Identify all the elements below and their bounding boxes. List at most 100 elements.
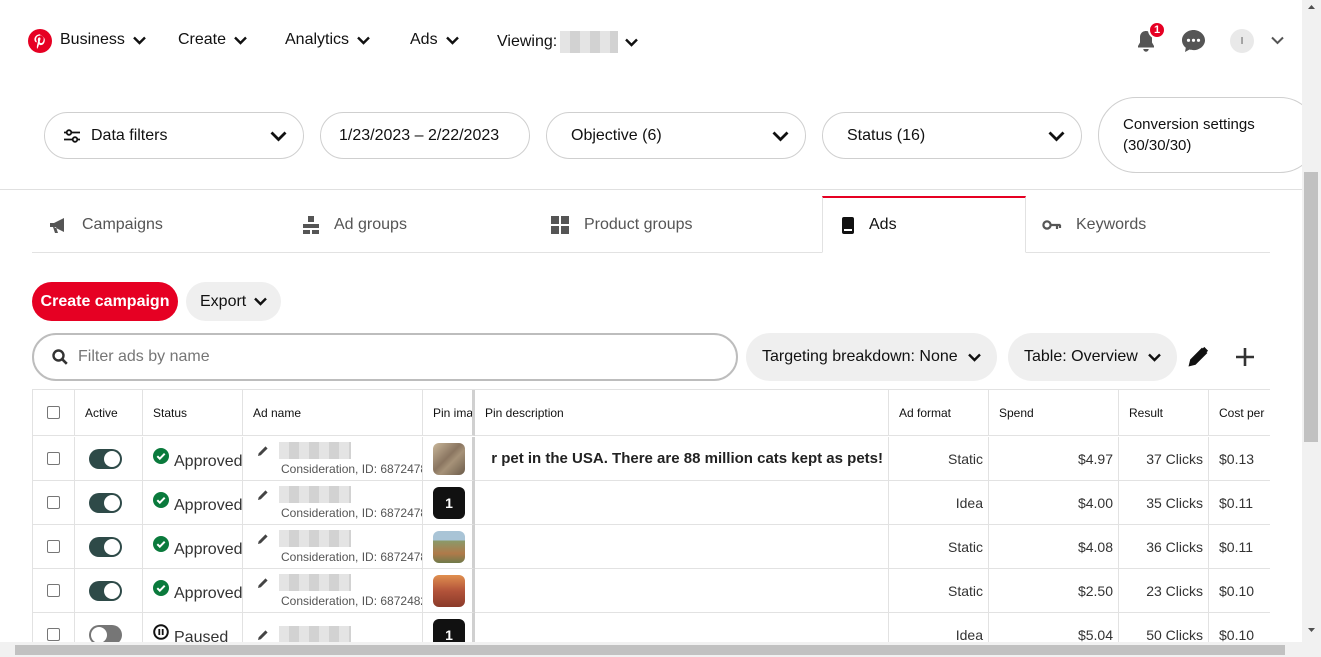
analytics-menu[interactable]: Analytics: [285, 31, 370, 49]
pin-thumbnail[interactable]: [433, 574, 465, 607]
active-toggle-cell: [75, 525, 143, 569]
horizontal-scrollbar[interactable]: [0, 642, 1302, 657]
user-avatar[interactable]: I: [1230, 29, 1254, 53]
conversion-settings-button[interactable]: Conversion settings (30/30/30): [1098, 97, 1318, 173]
export-button[interactable]: Export: [186, 282, 282, 321]
redacted-ad-name[interactable]: [279, 530, 351, 547]
approved-check-icon: [153, 580, 169, 596]
header-result[interactable]: Result: [1119, 390, 1209, 436]
data-filters-button[interactable]: Data filters: [44, 112, 304, 159]
select-all-checkbox[interactable]: [47, 406, 60, 419]
pin-thumbnail[interactable]: 1: [433, 618, 465, 642]
toggle-knob: [104, 582, 120, 599]
scroll-up-arrow-icon[interactable]: [1302, 1, 1321, 13]
active-toggle-cell: [75, 437, 143, 481]
row-checkbox[interactable]: [47, 540, 60, 553]
redacted-ad-name[interactable]: [279, 442, 351, 459]
header-status[interactable]: Status: [143, 390, 243, 436]
chevron-down-icon: [357, 36, 370, 45]
tab-keywords[interactable]: Keywords: [1042, 196, 1146, 253]
filter-ads-search[interactable]: [32, 333, 738, 381]
date-range-picker[interactable]: 1/23/2023 – 2/22/2023: [320, 112, 530, 159]
redacted-ad-name[interactable]: [279, 574, 351, 591]
megaphone-icon: [50, 217, 64, 233]
active-toggle[interactable]: [89, 624, 122, 642]
chevron-down-icon: [445, 36, 459, 45]
pinterest-logo-icon[interactable]: [28, 29, 52, 53]
spend-cell: $2.50: [989, 569, 1119, 613]
row-checkbox[interactable]: [47, 628, 60, 641]
top-navigation: Business Create Analytics Ads Viewing: 1…: [0, 0, 1302, 84]
active-toggle[interactable]: [89, 580, 122, 601]
horizontal-scroll-thumb[interactable]: [15, 645, 1285, 655]
header-cost-per[interactable]: Cost per: [1209, 390, 1270, 436]
row-checkbox[interactable]: [47, 496, 60, 509]
pin-thumbnail[interactable]: [433, 442, 465, 475]
search-input[interactable]: [78, 348, 678, 366]
objective-filter[interactable]: Objective (6): [546, 112, 806, 159]
pin-thumbnail[interactable]: [433, 530, 465, 563]
header-pin-image[interactable]: Pin ima: [423, 390, 475, 436]
tab-campaigns-label: Campaigns: [82, 215, 163, 233]
tab-ad-groups[interactable]: Ad groups: [302, 196, 407, 253]
redacted-ad-name[interactable]: [279, 486, 351, 503]
account-chevron-down-icon[interactable]: [1271, 36, 1284, 45]
edit-name-icon[interactable]: [257, 445, 269, 457]
create-menu[interactable]: Create: [178, 31, 247, 49]
targeting-breakdown-dropdown[interactable]: Targeting breakdown: None: [746, 333, 997, 381]
tab-ads[interactable]: Ads: [822, 196, 1026, 253]
edit-pencil-icon[interactable]: [1187, 346, 1209, 368]
vertical-scrollbar[interactable]: [1302, 0, 1321, 657]
chevron-down-icon: [772, 131, 789, 142]
chevron-down-icon: [1147, 353, 1161, 362]
tab-product-groups[interactable]: Product groups: [550, 196, 693, 253]
active-toggle-cell: [75, 481, 143, 525]
pin-description-cell: [475, 525, 889, 569]
pin-description-cell: [475, 569, 889, 613]
pin-description-cell: [475, 613, 889, 642]
ad-subtitle: Consideration, ID: 6872478: [281, 505, 423, 520]
ads-menu[interactable]: Ads: [410, 31, 459, 49]
table-view-dropdown[interactable]: Table: Overview: [1008, 333, 1177, 381]
row-checkbox[interactable]: [47, 584, 60, 597]
edit-name-icon[interactable]: [257, 533, 269, 545]
active-toggle[interactable]: [89, 492, 122, 513]
header-pin-description[interactable]: Pin description: [475, 390, 889, 436]
header-ad-format[interactable]: Ad format: [889, 390, 989, 436]
redacted-ad-name[interactable]: [279, 626, 351, 642]
viewing-account-menu[interactable]: Viewing:: [497, 31, 639, 53]
business-menu[interactable]: Business: [60, 31, 146, 49]
status-filter[interactable]: Status (16): [822, 112, 1082, 159]
ads-table: Active Status Ad name Pin ima Pin descri…: [32, 389, 1270, 642]
messages-icon[interactable]: [1181, 29, 1206, 53]
active-toggle[interactable]: [89, 536, 122, 557]
header-spend[interactable]: Spend: [989, 390, 1119, 436]
add-plus-icon[interactable]: [1234, 346, 1256, 368]
toggle-knob: [104, 450, 120, 467]
cost-per-cell: $0.11: [1209, 525, 1270, 569]
chevron-down-icon: [1048, 131, 1065, 142]
active-toggle[interactable]: [89, 448, 122, 469]
status-cell: Paused: [143, 613, 243, 642]
edit-name-icon[interactable]: [257, 577, 269, 589]
scroll-down-arrow-icon[interactable]: [1302, 624, 1321, 636]
spend-cell: $4.08: [989, 525, 1119, 569]
pin-image-cell: [423, 525, 475, 569]
header-active[interactable]: Active: [75, 390, 143, 436]
header-ad-name[interactable]: Ad name: [243, 390, 423, 436]
cost-per-cell: $0.13: [1209, 437, 1270, 481]
sliders-icon: [64, 128, 80, 143]
pin-thumbnail[interactable]: 1: [433, 486, 465, 519]
row-checkbox[interactable]: [47, 452, 60, 465]
tab-campaigns[interactable]: Campaigns: [48, 196, 163, 253]
vertical-scroll-thumb[interactable]: [1304, 172, 1318, 442]
edit-name-icon[interactable]: [257, 629, 269, 641]
cost-per-cell: $0.11: [1209, 481, 1270, 525]
create-campaign-button[interactable]: Create campaign: [32, 282, 178, 321]
ad-subtitle: Consideration, ID: 6872482: [281, 593, 423, 608]
ad-name-cell: Consideration, ID: 6872478: [243, 525, 423, 569]
result-cell: 37 Clicks: [1119, 437, 1209, 481]
business-label: Business: [60, 31, 125, 48]
ad-name-cell: Consideration, ID: 6872478: [243, 437, 423, 481]
edit-name-icon[interactable]: [257, 489, 269, 501]
